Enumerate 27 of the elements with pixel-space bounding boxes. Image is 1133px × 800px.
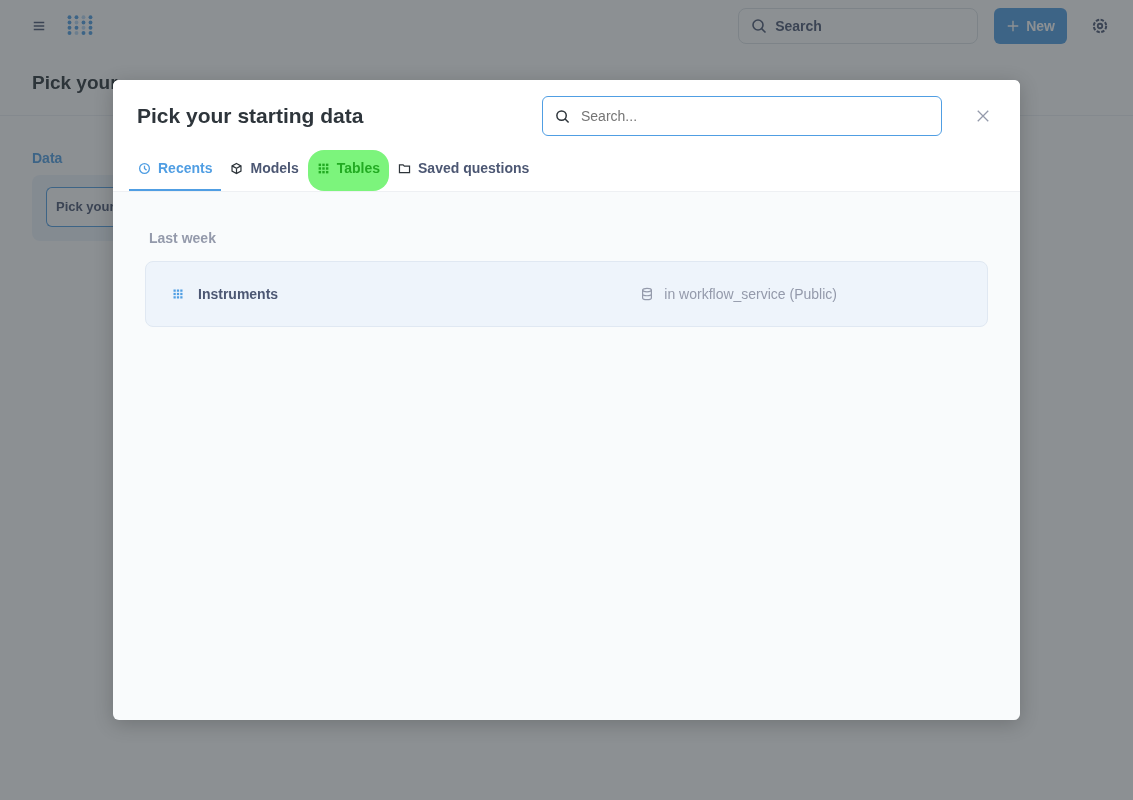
tab[interactable]: Tables [307,150,389,191]
tab[interactable]: Saved questions [389,150,539,191]
tab[interactable]: Recents [129,150,222,191]
folder-icon [398,162,411,175]
plus-icon [1006,19,1021,33]
item-name: Instruments [198,284,279,304]
recent-item-row[interactable]: Instruments in workflow_service (Public) [145,261,988,327]
section-label: Data [32,149,63,168]
new-button[interactable]: New [994,8,1067,44]
tab[interactable]: Models [221,150,308,191]
search-field[interactable]: Search [738,8,979,44]
group-heading: Last week [149,229,216,248]
grid-icon [316,162,330,175]
search-field[interactable]: Search... [542,96,942,136]
menu-icon[interactable] [32,19,46,33]
close-icon [976,109,990,123]
page-title: Pick your [32,71,118,96]
settings-icon[interactable] [1091,17,1109,35]
dialog-title: Pick your starting data [137,103,364,129]
cube-icon [230,162,244,175]
database-icon [640,287,655,301]
search-icon [751,18,768,34]
search-icon [555,109,570,124]
item-location: in workflow_service (Public) [664,284,837,304]
pick-data-button[interactable]: Pick your [46,187,115,227]
grid-icon [172,288,184,300]
clock-icon [138,162,151,175]
